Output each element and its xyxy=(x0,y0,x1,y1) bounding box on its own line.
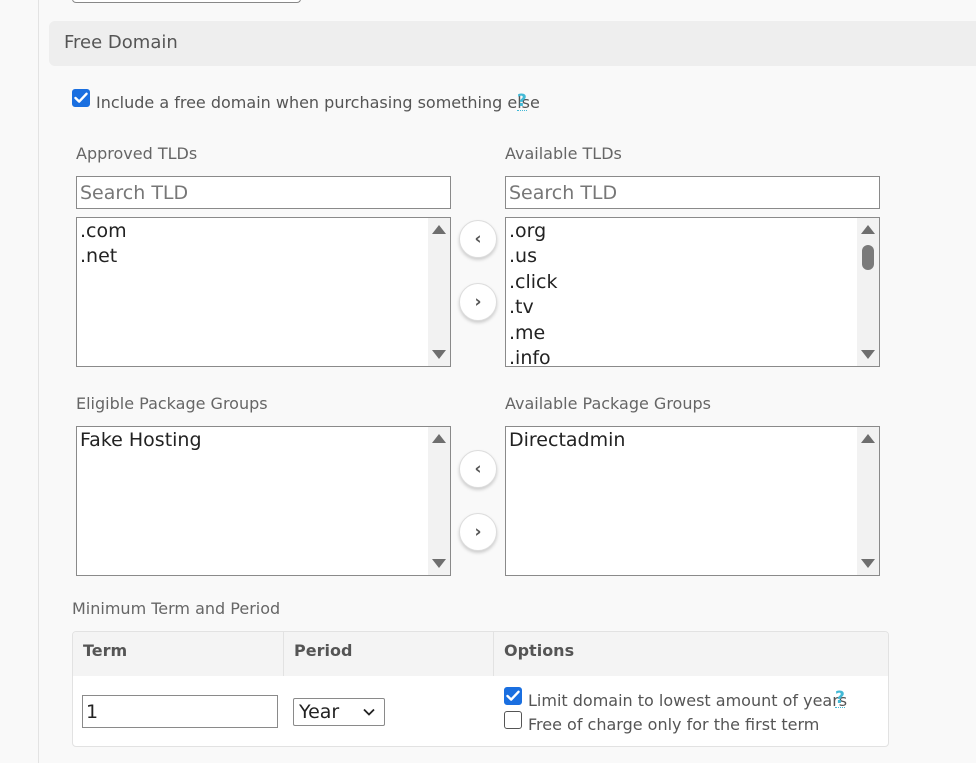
eligible-package-groups-label: Eligible Package Groups xyxy=(76,394,268,413)
term-header: Term xyxy=(83,641,128,660)
limit-lowest-years-label: Limit domain to lowest amount of years xyxy=(528,691,848,710)
list-item[interactable]: .me xyxy=(509,321,857,346)
term-input[interactable] xyxy=(82,695,278,728)
options-header: Options xyxy=(504,641,575,660)
list-item[interactable]: .tv xyxy=(509,295,857,320)
check-icon xyxy=(506,690,520,701)
list-item[interactable]: .net xyxy=(80,244,428,269)
term-period-table: Term Period Options Year Limit domain to… xyxy=(72,631,889,747)
scrollbar[interactable] xyxy=(857,427,879,575)
scrollbar[interactable] xyxy=(857,218,879,366)
scroll-up-arrow-icon[interactable] xyxy=(432,225,446,234)
period-select[interactable]: Year xyxy=(293,698,385,726)
previous-field-stub[interactable] xyxy=(72,0,301,3)
list-item[interactable]: .org xyxy=(509,219,857,244)
list-item[interactable]: .us xyxy=(509,244,857,269)
eligible-package-groups-list[interactable]: Fake Hosting xyxy=(76,426,451,576)
list-item[interactable]: .info xyxy=(509,346,857,366)
check-icon xyxy=(74,92,88,103)
chevron-right-icon: › xyxy=(474,522,482,542)
scrollbar[interactable] xyxy=(428,218,450,366)
scrollbar-thumb[interactable] xyxy=(862,245,874,270)
chevron-down-icon xyxy=(363,708,375,716)
approved-tlds-list[interactable]: .com .net xyxy=(76,217,451,367)
include-free-domain-label: Include a free domain when purchasing so… xyxy=(96,93,540,112)
move-right-button[interactable]: › xyxy=(459,513,497,551)
table-header: Term Period Options xyxy=(73,632,888,676)
scroll-down-arrow-icon[interactable] xyxy=(861,559,875,568)
help-icon[interactable]: ? xyxy=(835,689,845,708)
scrollbar[interactable] xyxy=(428,427,450,575)
scroll-down-arrow-icon[interactable] xyxy=(861,350,875,359)
approved-tld-search-input[interactable] xyxy=(76,176,451,209)
move-left-button[interactable]: ‹ xyxy=(459,450,497,488)
move-left-button[interactable]: ‹ xyxy=(459,220,497,258)
period-header: Period xyxy=(294,641,353,660)
available-tlds-list[interactable]: .org .us .click .tv .me .info xyxy=(505,217,880,367)
section-header: Free Domain xyxy=(49,21,976,66)
scroll-up-arrow-icon[interactable] xyxy=(432,434,446,443)
free-first-term-checkbox[interactable] xyxy=(504,711,522,729)
minimum-term-label: Minimum Term and Period xyxy=(72,599,281,618)
chevron-left-icon: ‹ xyxy=(474,459,482,479)
list-item[interactable]: .com xyxy=(80,219,428,244)
available-tlds-label: Available TLDs xyxy=(505,144,622,163)
limit-lowest-years-checkbox[interactable] xyxy=(504,687,522,705)
chevron-right-icon: › xyxy=(474,292,482,312)
include-free-domain-checkbox[interactable] xyxy=(72,89,90,107)
scroll-up-arrow-icon[interactable] xyxy=(861,434,875,443)
available-package-groups-list[interactable]: Directadmin xyxy=(505,426,880,576)
scroll-down-arrow-icon[interactable] xyxy=(432,350,446,359)
left-rail-divider xyxy=(38,0,39,763)
list-item[interactable]: Fake Hosting xyxy=(80,428,428,453)
list-item[interactable]: .click xyxy=(509,270,857,295)
approved-tlds-label: Approved TLDs xyxy=(76,144,198,163)
available-package-groups-label: Available Package Groups xyxy=(505,394,711,413)
list-item[interactable]: Directadmin xyxy=(509,428,857,453)
scroll-down-arrow-icon[interactable] xyxy=(432,559,446,568)
period-selected-value: Year xyxy=(299,701,340,723)
section-title: Free Domain xyxy=(64,32,178,53)
help-icon[interactable]: ? xyxy=(517,92,527,111)
free-first-term-label: Free of charge only for the first term xyxy=(528,715,820,734)
chevron-left-icon: ‹ xyxy=(474,229,482,249)
available-tld-search-input[interactable] xyxy=(505,176,880,209)
scroll-up-arrow-icon[interactable] xyxy=(861,225,875,234)
move-right-button[interactable]: › xyxy=(459,283,497,321)
